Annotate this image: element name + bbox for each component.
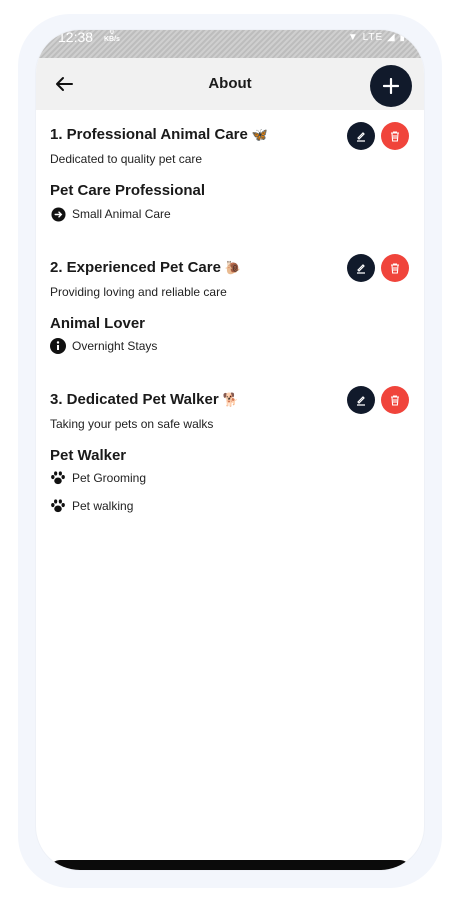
signal-icon: ◢ [387,32,396,43]
edit-button[interactable] [347,254,375,282]
app-bar: About [36,58,424,110]
skill-label: Small Animal Care [72,207,171,221]
pencil-icon [357,264,365,274]
entry-title: 3. Dedicated Pet Walker 🐕 [50,391,239,408]
trash-icon [391,263,399,274]
snail-icon: 🐌 [224,260,242,275]
status-bar: 12:38 0 KB/s ▼ LTE ◢ ▮ [36,30,424,58]
paw-icon [50,470,66,486]
network-speed-unit: KB/s [104,36,120,43]
edit-button[interactable] [347,122,375,150]
add-button[interactable] [370,65,412,107]
entry-role: Pet Walker [50,447,127,464]
arrow-circle-icon [50,206,66,222]
butterfly-icon: 🦋 [251,127,269,142]
page-title: About [208,75,252,92]
skill-label: Pet walking [72,499,134,513]
entry-title-text: 3. Dedicated Pet Walker [50,391,219,408]
trash-icon [391,131,399,142]
entry-title-text: 1. Professional Animal Care [50,126,248,143]
skill-item: Small Animal Care [50,206,171,222]
delete-button[interactable] [381,254,409,282]
bottom-navigation-bar [50,860,410,870]
entry-title: 2. Experienced Pet Care 🐌 [50,259,241,276]
edit-button[interactable] [347,386,375,414]
dog-icon: 🐕 [222,392,239,407]
skill-item: Overnight Stays [50,338,157,354]
status-time: 12:38 [58,30,94,45]
entry-subtitle: Dedicated to quality pet care [50,152,203,166]
skill-label: Overnight Stays [72,339,158,353]
entry-title-text: 2. Experienced Pet Care [50,259,221,276]
battery-icon: ▮ [399,32,406,43]
network-speed: 0 KB/s [104,30,120,43]
phone-screen: 12:38 0 KB/s ▼ LTE ◢ ▮ About 1. Professi… [36,30,424,870]
skill-item: Pet walking [50,498,133,514]
entry-role: Pet Care Professional [50,182,206,199]
delete-button[interactable] [381,386,409,414]
skill-label: Pet Grooming [72,471,147,485]
status-icons: ▼ LTE ◢ ▮ [348,32,406,43]
paw-icon [50,498,66,514]
network-type: LTE [362,32,384,43]
info-circle-icon [50,338,66,354]
skill-item: Pet Grooming [50,470,146,486]
pencil-icon [357,132,365,142]
plus-icon [383,78,399,94]
wifi-icon: ▼ [347,32,359,43]
delete-button[interactable] [381,122,409,150]
entry-title: 1. Professional Animal Care 🦋 [50,126,268,143]
entry-subtitle: Taking your pets on safe walks [50,417,214,431]
entry-role: Animal Lover [50,315,146,332]
pencil-icon [357,396,365,406]
trash-icon [391,395,399,406]
entry-subtitle: Providing loving and reliable care [50,285,227,299]
